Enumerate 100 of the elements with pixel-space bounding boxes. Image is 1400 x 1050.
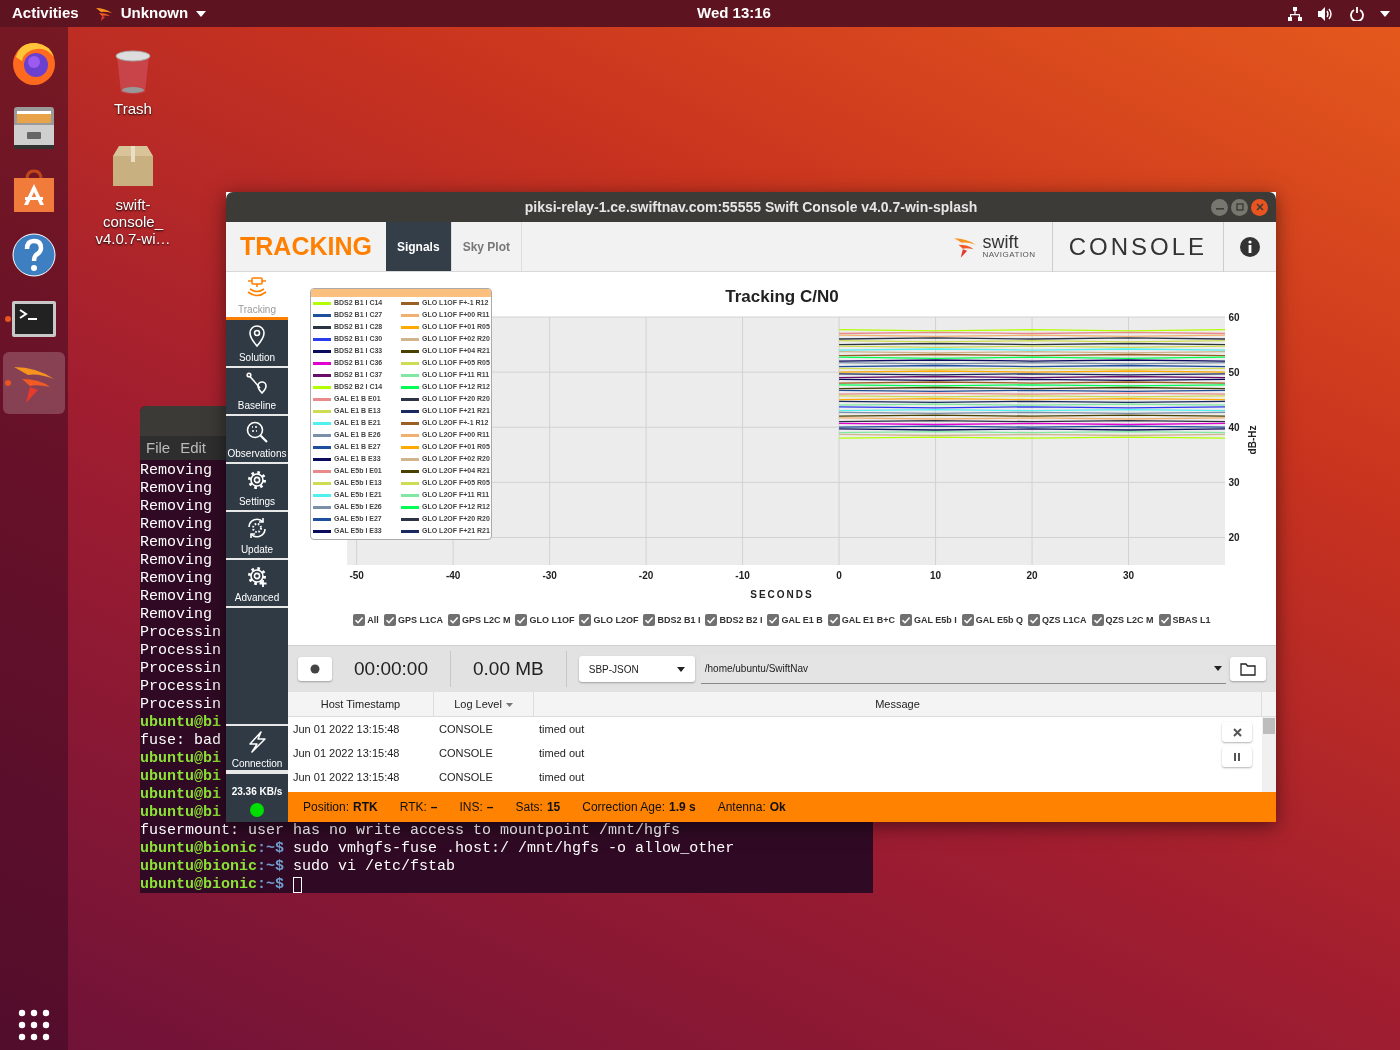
x-tick-label: -50 [349, 570, 364, 581]
checkbox-label[interactable]: GAL E1 B+C [841, 613, 895, 627]
icon-label[interactable]: swift- console_ v4.0.7-wi… [95, 196, 171, 247]
terminal-line: ubuntu@bionic:~$ [140, 876, 285, 893]
checkbox[interactable] [961, 614, 974, 627]
checkbox[interactable] [353, 614, 366, 627]
record-button[interactable] [298, 657, 332, 681]
settings-icon [245, 468, 269, 492]
terminal-line: Removing [140, 588, 212, 606]
activities-button[interactable]: Activities [12, 2, 79, 25]
folder-button[interactable] [1230, 657, 1266, 681]
checkbox[interactable] [579, 614, 592, 627]
clear-button[interactable] [1222, 722, 1252, 742]
elapsed-time: 00:00:00 [353, 656, 429, 681]
advanced-settings-icon [245, 564, 269, 588]
baseline-icon [245, 372, 269, 396]
terminal-line: Removing [140, 498, 212, 516]
view-title: TRACKING [239, 230, 373, 262]
y-tick-label: 50 [1228, 367, 1240, 379]
terminal-line: Removing [140, 534, 212, 552]
checkbox-label[interactable]: QZS L1CA [1042, 613, 1087, 627]
caret-icon[interactable] [1380, 10, 1390, 17]
checkbox[interactable] [827, 614, 840, 627]
y-tick-label: 40 [1228, 422, 1240, 434]
minimize-button[interactable] [1211, 198, 1228, 216]
brand-tagline: NAVIGATION [982, 250, 1036, 259]
status-item: RTK: – [399, 799, 438, 816]
power-icon[interactable] [1350, 6, 1364, 21]
maximize-button[interactable] [1231, 198, 1248, 216]
view-tab[interactable]: Signals [385, 222, 452, 271]
y-axis-label: dB-Hz [1247, 425, 1258, 455]
checkbox[interactable] [1028, 614, 1041, 627]
x-tick-label: 10 [930, 570, 942, 581]
chart-title: Tracking C/N0 [725, 287, 839, 306]
x-tick-label: -40 [445, 570, 461, 581]
checkbox-label[interactable]: QZS L2C M [1105, 613, 1154, 627]
info-icon[interactable] [1240, 236, 1260, 257]
update-icon [245, 516, 269, 540]
terminal-line: Removing [140, 570, 212, 588]
connection-button[interactable]: Connection [226, 724, 288, 772]
close-icon [1232, 727, 1242, 737]
checkbox-label[interactable]: GPS L1CA [397, 613, 443, 627]
icon-label[interactable]: Trash [114, 100, 152, 117]
checkbox-label[interactable]: GLO L2OF [593, 613, 639, 627]
table-cell-text: timed out [538, 721, 585, 737]
close-icon [1255, 203, 1264, 211]
table-cell-text: CONSOLE [438, 745, 494, 761]
checkbox[interactable] [705, 614, 718, 627]
status-item: Antenna: Ok [717, 799, 786, 816]
status-item: INS: – [459, 799, 494, 816]
maximize-icon [1235, 203, 1244, 211]
x-tick-label: 30 [1122, 570, 1135, 581]
menu-item[interactable]: Edit [180, 436, 207, 460]
network-icon[interactable] [1288, 6, 1302, 21]
checkbox[interactable] [447, 614, 460, 627]
terminal-line: fusermount: user has no write access to mountpoint /mnt/hgfs [140, 822, 681, 840]
pause-icon [1233, 753, 1241, 761]
terminal-line: Removing [140, 516, 212, 534]
close-button[interactable] [1251, 198, 1268, 216]
checkbox[interactable] [1091, 614, 1104, 627]
status-item: Position: RTK [303, 799, 378, 816]
y-tick-label: 20 [1228, 532, 1240, 544]
checkbox[interactable] [899, 614, 912, 627]
pause-button[interactable] [1222, 747, 1252, 767]
clock[interactable]: Wed 13:16 [697, 2, 771, 25]
checkbox-label[interactable]: GPS L2C M [461, 613, 511, 627]
x-tick-label: -20 [638, 570, 654, 581]
app-grid-icon[interactable] [18, 1009, 50, 1041]
x-tick-label: -10 [735, 570, 750, 581]
terminal-line: Removing [140, 606, 212, 624]
checkbox-label[interactable]: GAL E1 B [781, 613, 823, 627]
checkbox-label[interactable]: BDS2 B1 I [657, 613, 701, 627]
menu-item[interactable]: File [146, 436, 171, 460]
scrollbar[interactable] [1262, 717, 1276, 792]
checkbox-label[interactable]: All [367, 613, 379, 627]
checkbox-label[interactable]: GAL E5b I [913, 613, 957, 627]
checkbox-label[interactable]: SBAS L1 [1172, 613, 1211, 627]
y-tick-label: 60 [1228, 312, 1240, 323]
terminal-line: ubuntu@bionic:~$ sudo vi /etc/fstab [140, 858, 456, 876]
x-tick-label: 0 [836, 570, 842, 581]
checkbox-label[interactable]: GAL E5b Q [975, 613, 1024, 627]
format-dropdown[interactable]: SBP-JSON [578, 656, 695, 682]
checkbox[interactable] [383, 614, 396, 627]
x-axis-label: SECONDS [750, 589, 814, 600]
app-menu[interactable]: Unknown [120, 2, 189, 25]
checkbox[interactable] [515, 614, 528, 627]
volume-icon[interactable] [1318, 6, 1334, 21]
caret-icon [676, 666, 685, 672]
magnifier-icon [245, 420, 269, 444]
terminal-line: Removing [140, 480, 212, 498]
terminal-line: Processin [140, 624, 221, 642]
terminal-line: ubuntu@bi [140, 750, 221, 768]
terminal-line: ubuntu@bi [140, 768, 221, 786]
checkbox[interactable] [1158, 614, 1171, 627]
checkbox[interactable] [643, 614, 656, 627]
checkbox-label[interactable]: GLO L1OF [529, 613, 575, 627]
checkbox[interactable] [767, 614, 780, 627]
view-tab[interactable]: Sky Plot [451, 222, 522, 271]
checkbox-label[interactable]: BDS2 B2 I [719, 613, 763, 627]
data-rate: 23.36 KB/s [231, 785, 283, 799]
